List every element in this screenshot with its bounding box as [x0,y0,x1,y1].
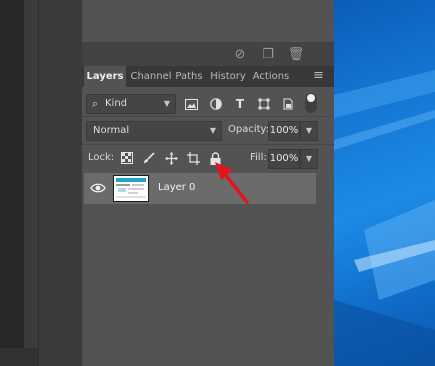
canvas-bottom-bar [0,348,38,366]
adjustment-filter-icon[interactable] [208,96,224,112]
tab-layers[interactable]: Layers [84,66,126,87]
canvas-gutter [24,0,38,366]
fill-input[interactable]: 100% [268,149,300,169]
desktop-wallpaper [334,0,435,366]
type-filter-icon[interactable]: T [232,96,248,112]
chevron-down-icon: ▼ [209,126,216,135]
tab-channel[interactable]: Channel [130,66,172,87]
panel-separator [38,0,83,366]
opacity-chevron-icon[interactable]: ▼ [300,121,318,141]
fill-chevron-icon[interactable]: ▼ [300,149,318,169]
upper-panel [82,0,334,43]
blend-mode-value: Normal [93,125,130,136]
filter-kind-label: Kind [105,98,128,109]
panel-menu-icon[interactable]: ≡ [313,69,327,82]
lock-transparent-pixels-icon[interactable] [119,150,135,166]
eye-icon[interactable] [90,181,106,195]
layers-panel-edge [316,87,334,366]
tab-history[interactable]: History [208,66,248,87]
canvas-area [0,0,24,348]
filter-toggle-knob [307,94,315,102]
filter-kind-select[interactable]: ⌕ Kind ▼ [86,94,176,114]
lock-image-pixels-icon[interactable] [141,150,157,166]
search-icon: ⌕ [92,97,99,110]
divider [82,116,334,117]
tab-actions[interactable]: Actions [251,66,291,87]
new-item-icon[interactable]: ❐ [260,46,276,62]
lock-artboard-icon[interactable] [185,150,201,166]
layer-thumbnail[interactable] [113,175,149,202]
tab-paths[interactable]: Paths [174,66,204,87]
chevron-down-icon: ▼ [163,99,170,108]
blend-mode-select[interactable]: Normal ▼ [86,121,222,141]
opacity-label: Opacity: [228,124,270,135]
layer-name[interactable]: Layer 0 [158,181,195,195]
pixel-filter-icon[interactable] [183,96,199,112]
shape-filter-icon[interactable] [256,96,272,112]
lock-label: Lock: [88,152,115,163]
opacity-input[interactable]: 100% [268,121,300,141]
lock-position-icon[interactable] [163,150,179,166]
smart-object-filter-icon[interactable] [280,96,296,112]
trash-icon[interactable]: 🗑 [288,46,305,62]
annotation-arrow [215,162,249,204]
divider [82,144,334,145]
cancel-icon[interactable]: ⊘ [232,46,248,62]
